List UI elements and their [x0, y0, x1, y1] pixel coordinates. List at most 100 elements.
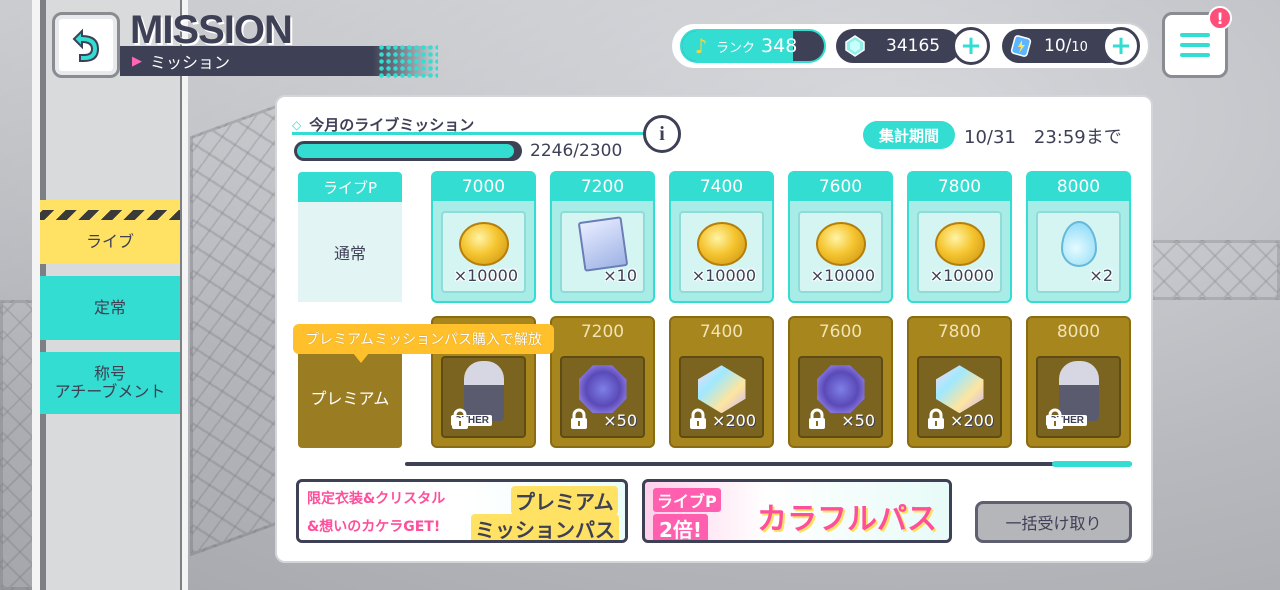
reward-quantity: ×10000: [453, 266, 518, 285]
banner-premium-line1: 限定衣装&クリスタル: [307, 491, 446, 507]
reward-score: 7000: [433, 173, 534, 201]
row-label-premium-text: プレミアム: [298, 346, 402, 448]
reward-score: 8000: [1056, 322, 1101, 342]
normal-reward-cell[interactable]: 8000 ×2: [1026, 171, 1131, 303]
reward-quantity: ×200: [950, 411, 994, 430]
stamina-max: 10: [1071, 40, 1088, 55]
reward-item: ×50: [560, 356, 645, 438]
reward-item: OTHER: [441, 356, 526, 438]
scrollbar-thumb[interactable]: [1052, 461, 1132, 467]
info-icon: i: [659, 122, 665, 145]
crystal-display: 34165: [836, 29, 960, 63]
premium-reward-cell[interactable]: 7600 ×50: [788, 316, 893, 448]
reward-item: ×10: [560, 211, 645, 293]
banner-premium-title1: プレミアム: [511, 486, 618, 515]
crystal-icon: [845, 35, 865, 57]
premium-reward-cell[interactable]: 7200 ×50: [550, 316, 655, 448]
reward-quantity: ×50: [603, 411, 637, 430]
add-stamina-button[interactable]: +: [1102, 27, 1140, 65]
crystal-icon: [935, 365, 984, 414]
crystal-drop-icon: [1060, 221, 1097, 268]
reward-quantity: ×200: [712, 411, 756, 430]
sidebar-item-label: 称号 アチーブメント: [54, 364, 166, 401]
reward-item: ×200: [917, 356, 1002, 438]
plus-icon: +: [1110, 31, 1132, 61]
banner-premium-line2: &想いのカケラGET!: [307, 519, 441, 535]
info-button[interactable]: i: [643, 115, 681, 153]
sidebar-item-achievement[interactable]: 称号 アチーブメント: [40, 352, 180, 414]
title-underline: [292, 132, 644, 135]
reward-score: 7600: [790, 173, 891, 201]
plus-icon: +: [960, 31, 982, 61]
reward-item: ×50: [798, 356, 883, 438]
reward-score: 7400: [671, 173, 772, 201]
reward-quantity: ×50: [841, 411, 875, 430]
progress-bar-fill: [297, 144, 514, 158]
back-arrow-icon: [72, 28, 100, 62]
banner-colorful-title: カラフルパス: [757, 502, 937, 537]
coin-icon: [696, 222, 747, 267]
period-badge: 集計期間: [863, 121, 955, 149]
back-button[interactable]: [52, 12, 120, 78]
banner-premium-title2: ミッションパス: [471, 514, 619, 540]
reward-score: 7800: [937, 322, 982, 342]
reward-quantity: ×2: [1089, 266, 1113, 285]
row-label-normal: ライブP 通常: [298, 172, 402, 302]
premium-reward-cell[interactable]: 7400 ×200: [669, 316, 774, 448]
page-subtitle-text: ミッション: [150, 53, 231, 72]
crystal-value: 34165: [886, 36, 941, 56]
row-label-normal-text: 通常: [298, 202, 402, 302]
premium-reward-cell[interactable]: 7800 ×200: [907, 316, 1012, 448]
reward-score: 7800: [909, 173, 1010, 201]
row-header-live-p: ライブP: [298, 172, 402, 202]
diamond-icon: ◇: [292, 117, 302, 132]
reward-score: 7600: [818, 322, 863, 342]
premium-unlock-tooltip: プレミアムミッションパス購入で解放: [293, 324, 555, 363]
reward-quantity: ×10000: [810, 266, 875, 285]
reward-item: ×10000: [441, 211, 526, 293]
normal-reward-cell[interactable]: 7200 ×10: [550, 171, 655, 303]
normal-reward-cell[interactable]: 7800 ×10000: [907, 171, 1012, 303]
lock-icon: [449, 408, 471, 430]
background-truss: [190, 103, 280, 557]
premium-mission-pass-banner[interactable]: 限定衣装&クリスタル &想いのカケラGET! プレミアム ミッションパス: [296, 479, 628, 543]
rank-display[interactable]: ♪ ランク 348: [680, 29, 826, 63]
stamina-current: 10/: [1044, 36, 1072, 56]
lock-icon: [687, 408, 709, 430]
crystal-icon: [697, 365, 746, 414]
normal-reward-cell[interactable]: 7400 ×10000: [669, 171, 774, 303]
reward-score: 7200: [580, 322, 625, 342]
lock-icon: [806, 408, 828, 430]
sidebar-item-label: ライブ: [85, 232, 134, 251]
normal-reward-cell[interactable]: 7000 ×10000: [431, 171, 536, 303]
claim-all-button[interactable]: 一括受け取り: [975, 501, 1132, 543]
sidebar-item-regular[interactable]: 定常: [40, 276, 180, 340]
coin-icon: [815, 222, 866, 267]
premium-reward-cell[interactable]: 8000 OTHER: [1026, 316, 1131, 448]
reward-item: OTHER: [1036, 356, 1121, 438]
colorful-pass-banner[interactable]: ライブP 2倍! カラフルパス: [642, 479, 952, 543]
reward-item: ×2: [1036, 211, 1121, 293]
reward-quantity: ×10: [603, 266, 637, 285]
reward-score: 7200: [552, 173, 653, 201]
progress-bar: [294, 141, 522, 161]
sidebar-item-live[interactable]: ライブ: [40, 200, 180, 264]
normal-reward-cell[interactable]: 7600 ×10000: [788, 171, 893, 303]
reward-quantity: ×10000: [929, 266, 994, 285]
add-crystal-button[interactable]: +: [952, 27, 990, 65]
period-value: 10/31 23:59まで: [964, 127, 1122, 148]
music-note-icon: ♪: [694, 34, 708, 58]
background-truss: [1150, 240, 1280, 300]
row-label-premium: プレミアム: [298, 346, 402, 448]
horizontal-scrollbar[interactable]: [405, 462, 1132, 466]
header-dots-decoration: [378, 44, 438, 78]
reward-score: 8000: [1028, 173, 1129, 201]
reward-item: ×10000: [679, 211, 764, 293]
lock-icon: [1044, 408, 1066, 430]
sidebar-item-label: 定常: [93, 298, 126, 317]
rank-label: ランク: [716, 40, 756, 56]
menu-bar: [1180, 53, 1210, 57]
memory-shard-icon: [578, 365, 627, 414]
reward-score: 7400: [699, 322, 744, 342]
menu-bar: [1180, 33, 1210, 37]
